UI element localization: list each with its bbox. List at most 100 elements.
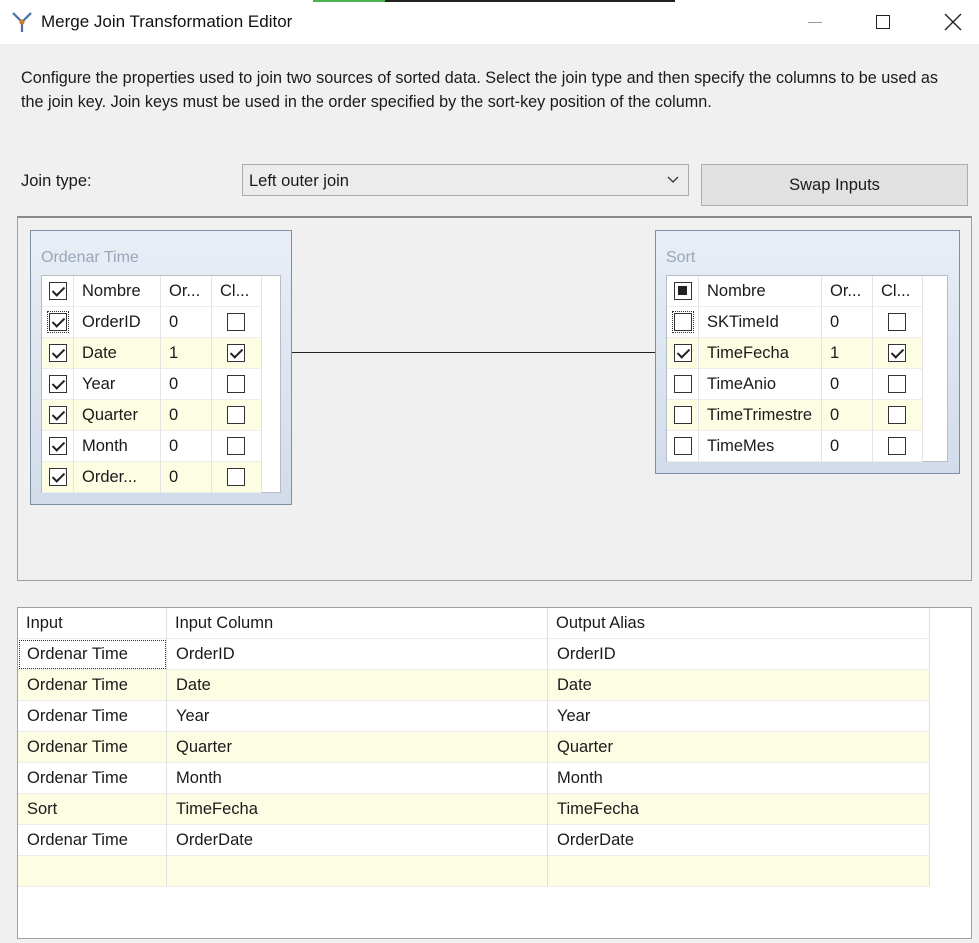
output-alias-cell[interactable]: OrderDate bbox=[548, 825, 930, 856]
output-column-header[interactable]: Input Column bbox=[167, 608, 548, 639]
column-header[interactable]: Cl... bbox=[212, 276, 262, 307]
include-cell[interactable] bbox=[667, 431, 699, 462]
join-key-checkbox[interactable] bbox=[227, 406, 245, 424]
key-cell[interactable] bbox=[873, 431, 923, 462]
key-cell[interactable] bbox=[212, 400, 262, 431]
minimize-button[interactable] bbox=[792, 0, 838, 44]
output-alias-cell[interactable]: Year bbox=[548, 701, 930, 732]
column-row[interactable]: Quarter 0 bbox=[42, 400, 262, 431]
column-row[interactable]: TimeMes 0 bbox=[667, 431, 923, 462]
column-row[interactable]: TimeFecha 1 bbox=[667, 338, 923, 369]
include-checkbox[interactable] bbox=[49, 344, 67, 362]
include-cell[interactable] bbox=[667, 338, 699, 369]
join-key-checkbox[interactable] bbox=[888, 406, 906, 424]
include-cell[interactable] bbox=[667, 369, 699, 400]
maximize-button[interactable] bbox=[860, 0, 906, 44]
output-row[interactable]: Sort TimeFecha TimeFecha bbox=[18, 794, 930, 825]
key-cell[interactable] bbox=[212, 431, 262, 462]
input-column-cell[interactable]: Year bbox=[167, 701, 548, 732]
join-type-dropdown[interactable]: Left outer join bbox=[242, 164, 689, 196]
include-cell[interactable] bbox=[42, 307, 74, 338]
join-connector-line[interactable] bbox=[291, 352, 656, 353]
output-row[interactable]: Ordenar Time OrderDate OrderDate bbox=[18, 825, 930, 856]
join-key-checkbox[interactable] bbox=[227, 468, 245, 486]
join-key-checkbox[interactable] bbox=[888, 375, 906, 393]
include-checkbox[interactable] bbox=[672, 311, 694, 333]
input-column-cell[interactable]: OrderID bbox=[167, 639, 548, 670]
include-cell[interactable] bbox=[42, 338, 74, 369]
output-alias-cell[interactable]: Month bbox=[548, 763, 930, 794]
input-source-cell[interactable]: Sort bbox=[18, 794, 167, 825]
left-input-table[interactable]: Ordenar Time Nombre Or... Cl... OrderID 0 Dat… bbox=[30, 230, 292, 505]
output-column-header[interactable]: Output Alias bbox=[548, 608, 930, 639]
key-cell[interactable] bbox=[873, 307, 923, 338]
output-column-header[interactable]: Input bbox=[18, 608, 167, 639]
include-checkbox[interactable] bbox=[49, 468, 67, 486]
include-checkbox[interactable] bbox=[674, 437, 692, 455]
output-row[interactable]: Ordenar Time OrderID OrderID bbox=[18, 639, 930, 670]
select-all-checkbox[interactable] bbox=[49, 282, 67, 300]
input-source-cell[interactable]: Ordenar Time bbox=[18, 732, 167, 763]
column-header[interactable]: Or... bbox=[822, 276, 873, 307]
select-all-checkbox[interactable] bbox=[674, 282, 692, 300]
column-row[interactable]: TimeAnio 0 bbox=[667, 369, 923, 400]
input-source-cell[interactable]: Ordenar Time bbox=[18, 701, 167, 732]
select-all-cell[interactable] bbox=[667, 276, 699, 307]
include-checkbox[interactable] bbox=[49, 406, 67, 424]
join-key-checkbox[interactable] bbox=[888, 344, 906, 362]
include-cell[interactable] bbox=[667, 307, 699, 338]
column-row[interactable]: Order... 0 bbox=[42, 462, 262, 493]
input-column-cell[interactable]: Month bbox=[167, 763, 548, 794]
include-cell[interactable] bbox=[42, 462, 74, 493]
column-row[interactable]: Year 0 bbox=[42, 369, 262, 400]
output-alias-cell[interactable]: TimeFecha bbox=[548, 794, 930, 825]
include-checkbox[interactable] bbox=[49, 375, 67, 393]
include-checkbox[interactable] bbox=[674, 375, 692, 393]
right-input-table[interactable]: Sort Nombre Or... Cl... SKTimeId 0 TimeFecha 1… bbox=[655, 230, 960, 474]
input-column-cell[interactable]: OrderDate bbox=[167, 825, 548, 856]
join-key-checkbox[interactable] bbox=[227, 344, 245, 362]
column-row[interactable]: Month 0 bbox=[42, 431, 262, 462]
key-cell[interactable] bbox=[212, 369, 262, 400]
output-alias-cell[interactable]: Quarter bbox=[548, 732, 930, 763]
join-key-checkbox[interactable] bbox=[227, 375, 245, 393]
input-source-cell[interactable]: Ordenar Time bbox=[18, 670, 167, 701]
join-key-checkbox[interactable] bbox=[227, 313, 245, 331]
include-cell[interactable] bbox=[42, 400, 74, 431]
include-cell[interactable] bbox=[667, 400, 699, 431]
output-row[interactable]: Ordenar Time Date Date bbox=[18, 670, 930, 701]
column-header[interactable]: Cl... bbox=[873, 276, 923, 307]
output-alias-cell[interactable]: Date bbox=[548, 670, 930, 701]
column-row[interactable]: TimeTrimestre 0 bbox=[667, 400, 923, 431]
join-key-checkbox[interactable] bbox=[888, 313, 906, 331]
input-source-cell[interactable]: Ordenar Time bbox=[18, 825, 167, 856]
key-cell[interactable] bbox=[873, 338, 923, 369]
input-column-cell[interactable]: Quarter bbox=[167, 732, 548, 763]
output-row[interactable]: Ordenar Time Month Month bbox=[18, 763, 930, 794]
join-key-checkbox[interactable] bbox=[227, 437, 245, 455]
column-header[interactable]: Or... bbox=[161, 276, 212, 307]
output-alias-cell[interactable] bbox=[548, 856, 930, 887]
include-cell[interactable] bbox=[42, 431, 74, 462]
output-row[interactable]: Ordenar Time Quarter Quarter bbox=[18, 732, 930, 763]
column-row[interactable]: Date 1 bbox=[42, 338, 262, 369]
join-key-checkbox[interactable] bbox=[888, 437, 906, 455]
input-source-cell[interactable] bbox=[18, 856, 167, 887]
include-checkbox[interactable] bbox=[49, 437, 67, 455]
output-row[interactable]: Ordenar Time Year Year bbox=[18, 701, 930, 732]
key-cell[interactable] bbox=[212, 462, 262, 493]
include-cell[interactable] bbox=[42, 369, 74, 400]
key-cell[interactable] bbox=[873, 400, 923, 431]
input-source-cell[interactable]: Ordenar Time bbox=[18, 763, 167, 794]
input-source-cell[interactable]: Ordenar Time bbox=[18, 639, 167, 670]
input-column-cell[interactable] bbox=[167, 856, 548, 887]
key-cell[interactable] bbox=[212, 307, 262, 338]
column-row[interactable]: OrderID 0 bbox=[42, 307, 262, 338]
input-column-cell[interactable]: Date bbox=[167, 670, 548, 701]
column-header[interactable]: Nombre bbox=[699, 276, 822, 307]
include-checkbox[interactable] bbox=[674, 344, 692, 362]
output-alias-cell[interactable]: OrderID bbox=[548, 639, 930, 670]
key-cell[interactable] bbox=[212, 338, 262, 369]
column-row[interactable]: SKTimeId 0 bbox=[667, 307, 923, 338]
select-all-cell[interactable] bbox=[42, 276, 74, 307]
